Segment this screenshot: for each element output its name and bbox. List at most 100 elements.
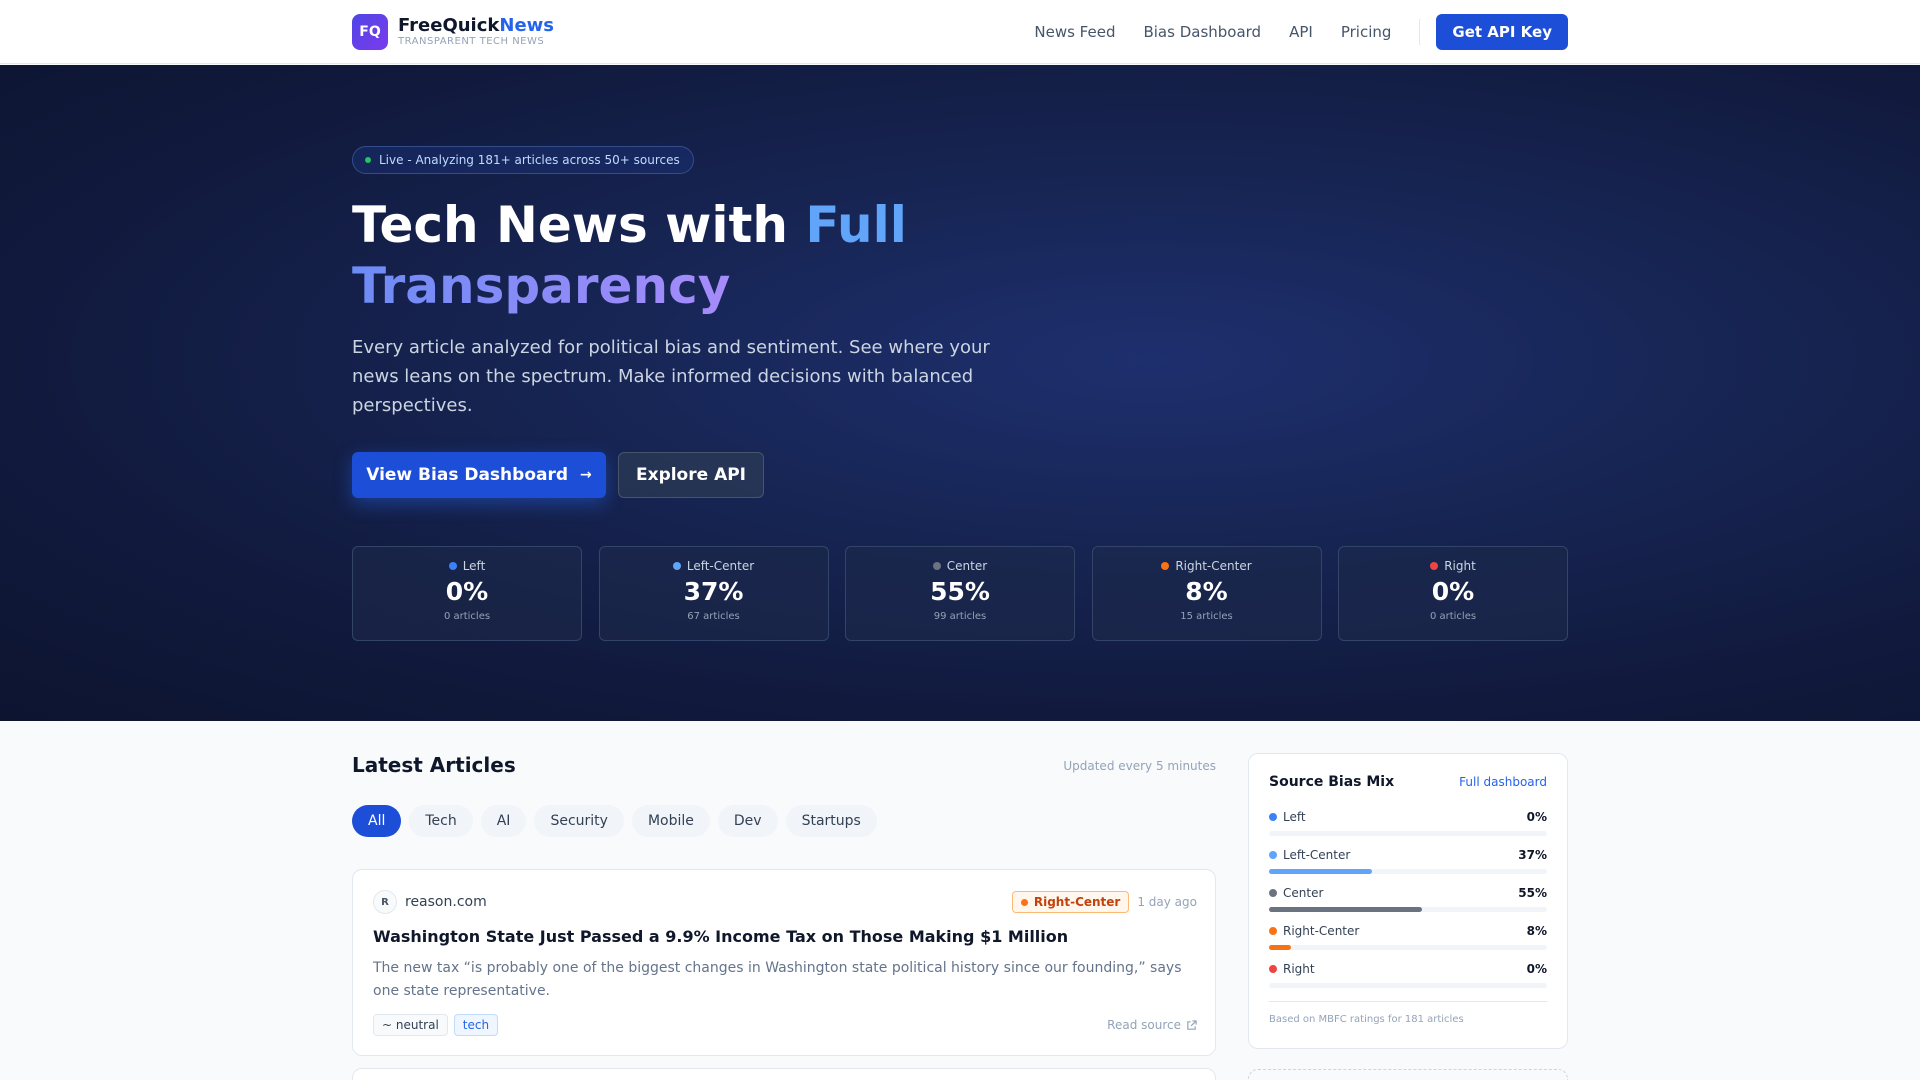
brand-tagline: TRANSPARENT TECH NEWS — [398, 36, 545, 47]
view-bias-dashboard-label: View Bias Dashboard — [366, 465, 569, 485]
bias-row-center: Center 55% — [1269, 885, 1547, 923]
stat-value: 0% — [445, 577, 489, 606]
brand-name-accent: News — [499, 15, 554, 36]
bias-row-header: Center 55% — [1269, 885, 1547, 901]
bias-row-header: Left 0% — [1269, 809, 1547, 825]
brand-name-main: FreeQuick — [398, 15, 500, 36]
stat-card-right-center: Right-Center 8% 15 articles — [1091, 546, 1322, 641]
source-avatar: R — [373, 890, 397, 914]
panel-title: Source Bias Mix — [1269, 774, 1395, 790]
filter-chip-startups[interactable]: Startups — [785, 805, 877, 837]
filter-chip-security[interactable]: Security — [534, 805, 624, 837]
filter-chip-tech[interactable]: Tech — [409, 805, 473, 837]
center-dot-icon — [1269, 889, 1277, 897]
bias-footnote: Based on MBFC ratings for 181 articles — [1269, 1001, 1547, 1025]
read-source-link[interactable]: Read source — [1107, 1018, 1197, 1032]
stat-card-left-center: Left-Center 37% 67 articles — [598, 546, 829, 641]
stat-label-text: Right — [1444, 559, 1476, 573]
stat-value: 37% — [683, 577, 744, 606]
left-center-dot-icon — [1269, 851, 1277, 859]
stat-label-text: Center — [946, 559, 988, 573]
bias-bar-track — [1269, 831, 1547, 836]
update-frequency-text: Updated every 5 minutes — [1063, 759, 1216, 773]
stat-label-text: Right-Center — [1175, 559, 1252, 573]
bias-row-label: Right — [1283, 962, 1315, 976]
article-time: 1 day ago — [1137, 895, 1197, 909]
filter-chip-all[interactable]: All — [352, 805, 402, 837]
left-center-dot-icon — [672, 562, 681, 570]
live-status-badge: Live - Analyzing 181+ articles across 50… — [352, 146, 694, 174]
article-header: R reason.com Right-Center 1 day ago — [373, 890, 1197, 914]
stat-card-left: Left 0% 0 articles — [352, 546, 582, 641]
nav-link-news-feed[interactable]: News Feed — [1034, 23, 1115, 41]
external-link-icon — [1187, 1019, 1197, 1030]
stat-label: Left-Center — [672, 559, 755, 573]
stat-count: 99 articles — [933, 611, 987, 622]
bias-bar-fill — [1269, 869, 1372, 874]
article-card[interactable] — [352, 1068, 1216, 1080]
article-description: The new tax “is probably one of the bigg… — [373, 960, 1182, 999]
stat-card-right: Right 0% 0 articles — [1338, 546, 1568, 641]
stat-count: 15 articles — [1180, 611, 1233, 622]
nav-links: News Feed Bias Dashboard API Pricing Get… — [1034, 14, 1568, 50]
bias-row-pct: 55% — [1518, 886, 1547, 900]
stat-label: Right-Center — [1161, 559, 1252, 573]
latest-articles-title: Latest Articles — [352, 753, 516, 777]
bias-bar-track — [1269, 907, 1547, 912]
bias-row-pct: 8% — [1526, 924, 1547, 938]
bias-stats: Left 0% 0 articles Left-Center 37% 67 ar… — [352, 546, 1568, 641]
source-name[interactable]: reason.com — [405, 894, 487, 910]
category-tag[interactable]: tech — [453, 1014, 499, 1036]
get-api-key-button[interactable]: Get API Key — [1436, 14, 1568, 50]
bias-row-left-center: Left-Center 37% — [1269, 847, 1547, 885]
panel-header: Source Bias Mix Full dashboard — [1269, 774, 1547, 790]
bias-row-label: Right-Center — [1283, 924, 1360, 938]
live-status-text: Live - Analyzing 181+ articles across 50… — [379, 153, 680, 167]
nav-link-pricing[interactable]: Pricing — [1341, 23, 1392, 41]
stat-label: Center — [932, 559, 988, 573]
bias-row-label: Left-Center — [1283, 848, 1351, 862]
article-title[interactable]: Washington State Just Passed a 9.9% Inco… — [373, 927, 1197, 946]
hero-section: Live - Analyzing 181+ articles across 50… — [0, 65, 1920, 721]
filter-chip-mobile[interactable]: Mobile — [631, 805, 710, 837]
full-dashboard-link[interactable]: Full dashboard — [1459, 775, 1547, 789]
hero-title-transparency: Transparency — [352, 257, 731, 315]
bias-row-label: Center — [1283, 886, 1324, 900]
bias-bar-track — [1269, 983, 1547, 988]
stat-label-text: Left — [462, 559, 486, 573]
explore-api-button[interactable]: Explore API — [618, 452, 764, 498]
center-dot-icon — [932, 562, 941, 570]
nav-link-bias-dashboard[interactable]: Bias Dashboard — [1143, 23, 1261, 41]
bias-bar-track — [1269, 869, 1547, 874]
bias-row-header: Right-Center 8% — [1269, 923, 1547, 939]
stat-card-center: Center 55% 99 articles — [845, 546, 1075, 641]
stat-label-text: Left-Center — [686, 559, 755, 573]
top-nav: FQ FreeQuickNews TRANSPARENT TECH NEWS N… — [0, 0, 1920, 64]
nav-link-api[interactable]: API — [1289, 23, 1313, 41]
source-bias-mix-panel: Source Bias Mix Full dashboard Left 0% Le… — [1248, 753, 1568, 1049]
view-bias-dashboard-button[interactable]: View Bias Dashboard → — [352, 452, 606, 498]
bias-bar-fill — [1269, 907, 1422, 912]
logo-icon[interactable]: FQ — [352, 14, 388, 50]
bias-rows: Left 0% Left-Center 37% Center 55% Right-Ce… — [1269, 809, 1547, 999]
right-center-dot-icon — [1161, 562, 1170, 570]
hero-content: Live - Analyzing 181+ articles across 50… — [352, 65, 1568, 721]
filter-chip-ai[interactable]: AI — [480, 805, 527, 837]
brand-name: FreeQuickNews — [398, 16, 554, 36]
hero-title-full: Full — [805, 196, 907, 254]
bias-badge-label: Right-Center — [1033, 895, 1121, 909]
stat-value: 8% — [1185, 577, 1228, 606]
brand[interactable]: FreeQuickNews TRANSPARENT TECH NEWS — [398, 16, 554, 48]
stat-value: 0% — [1431, 577, 1475, 606]
filter-chip-dev[interactable]: Dev — [717, 805, 778, 837]
bias-row-pct: 0% — [1526, 810, 1547, 824]
right-center-dot-icon — [1269, 927, 1277, 935]
stat-label: Left — [448, 559, 486, 573]
hero-title-part1: Tech News with — [352, 196, 806, 254]
right-dot-icon — [1430, 562, 1439, 570]
stat-count: 0 articles — [443, 611, 491, 622]
article-card[interactable]: R reason.com Right-Center 1 day ago Wash… — [352, 869, 1216, 1056]
hero-subtitle: Every article analyzed for political bia… — [352, 337, 990, 416]
live-dot-icon — [365, 157, 371, 163]
bias-row-label: Left — [1283, 810, 1306, 824]
